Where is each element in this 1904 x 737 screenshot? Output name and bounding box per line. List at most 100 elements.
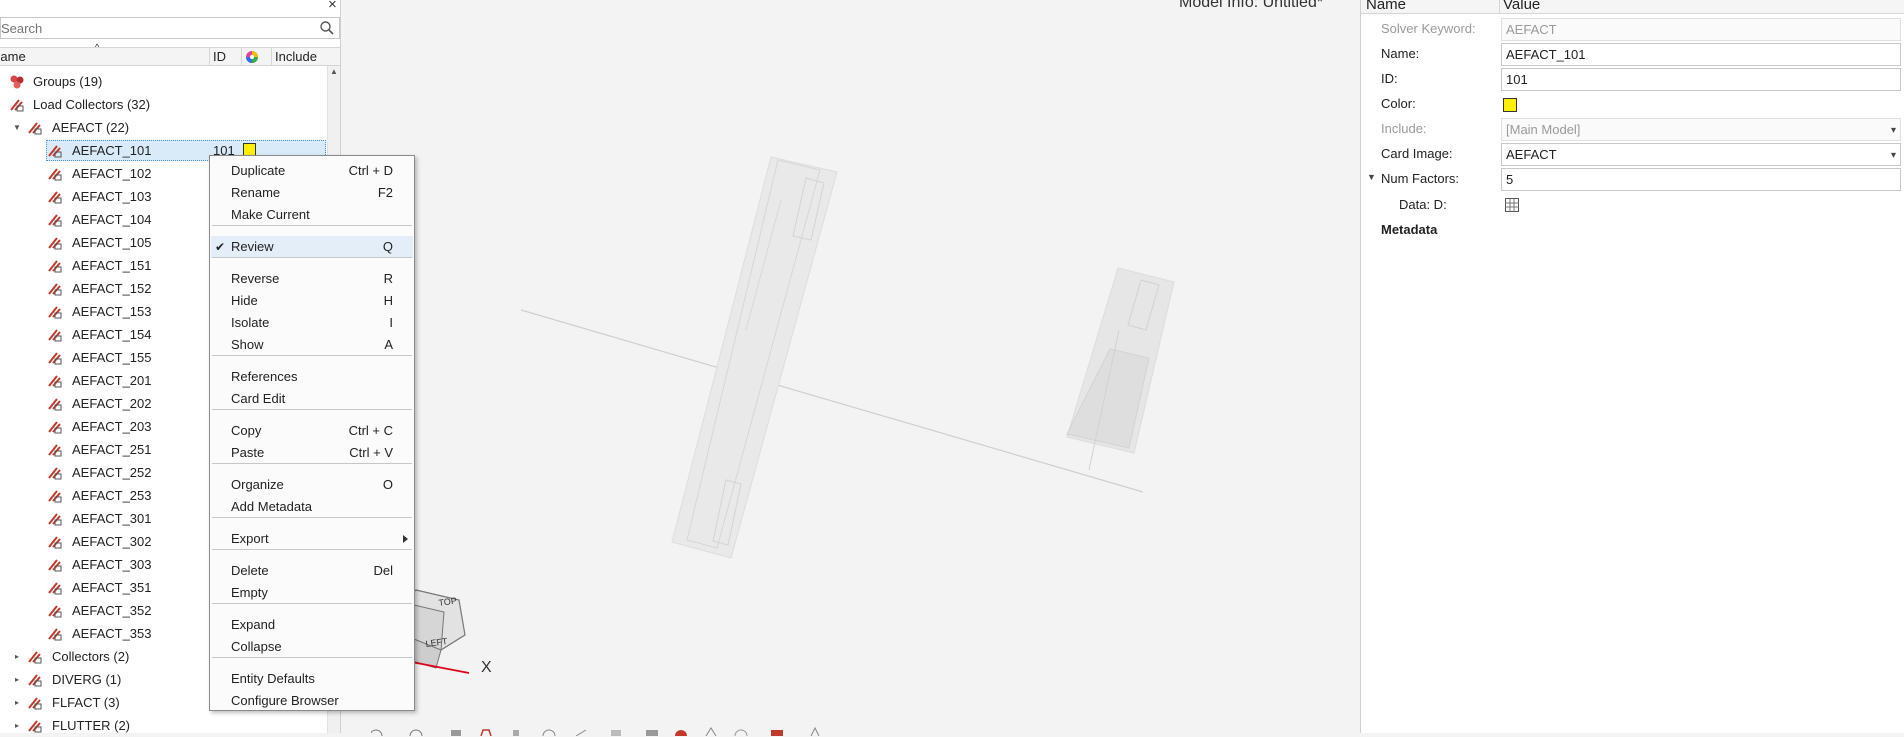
tree-item-groups[interactable]: Groups (19) [0, 70, 326, 93]
browser-column-header: Name ^ ID Include [0, 42, 340, 66]
tree-item-label: AEFACT_251 [72, 442, 152, 457]
tree-item-label: AEFACT_353 [72, 626, 152, 641]
bottom-toolbar[interactable] [371, 724, 931, 736]
tree-item[interactable]: ▼ AEFACT (22) [0, 116, 326, 139]
property-row-color: Color: [1361, 92, 1904, 117]
menu-item-rename[interactable]: Rename F2 [211, 182, 413, 204]
menu-item-make-current[interactable]: Make Current [211, 204, 413, 226]
load-collector-icon [48, 352, 62, 365]
menu-item-duplicate[interactable]: Duplicate Ctrl + D [211, 160, 413, 182]
menu-item-show[interactable]: Show A [211, 334, 413, 356]
property-field[interactable]: 5 [1501, 168, 1901, 191]
menu-separator [212, 355, 412, 356]
chevron-down-icon[interactable]: ▾ [1891, 120, 1896, 141]
close-icon[interactable]: × [328, 0, 337, 13]
color-wheel-icon [246, 51, 258, 63]
menu-item-organize[interactable]: Organize O [211, 474, 413, 496]
load-collector-icon [48, 421, 62, 434]
scroll-up-icon[interactable]: ▲ [328, 66, 340, 78]
load-collector-icon [48, 559, 62, 572]
menu-item-empty[interactable]: Empty [211, 582, 413, 604]
load-collector-icon [10, 99, 24, 112]
tree-item-label: AEFACT_105 [72, 235, 152, 250]
expand-arrow-icon[interactable]: ▸ [12, 645, 22, 668]
chevron-down-icon[interactable]: ▾ [1891, 145, 1896, 166]
menu-item-label: Add Metadata [231, 499, 312, 514]
load-collector-icon [48, 628, 62, 641]
menu-item-label: Paste [231, 445, 265, 460]
collapse-arrow-icon[interactable]: ▼ [1367, 172, 1376, 182]
color-swatch[interactable] [1503, 98, 1517, 112]
menu-item-shortcut: Del [373, 563, 393, 578]
load-collector-icon [48, 444, 62, 457]
property-value: [Main Model] [1506, 122, 1581, 137]
menu-item-shortcut: Q [382, 239, 393, 254]
property-label: Color: [1381, 96, 1416, 111]
menu-item-paste[interactable]: Paste Ctrl + V [211, 442, 413, 464]
menu-item-label: Copy [231, 423, 262, 438]
property-label: Name: [1381, 46, 1420, 61]
column-id[interactable]: ID [210, 48, 242, 66]
load-collector-icon [48, 237, 62, 250]
load-collector-icon [28, 697, 42, 710]
menu-item-label: Isolate [231, 315, 270, 330]
tree-item-label: AEFACT_151 [72, 258, 152, 273]
tree-item-label: FLUTTER (2) [52, 718, 130, 733]
graphics-viewport[interactable]: Model Info: Untitled* TOP LEFT X [341, 0, 1360, 736]
menu-item-export[interactable]: Export [211, 528, 413, 550]
property-row-id: ID: 101 [1361, 67, 1904, 92]
metadata-section[interactable]: Metadata [1381, 222, 1437, 237]
load-collector-icon [48, 145, 62, 158]
property-row-include: Include: [Main Model] ▾ [1361, 117, 1904, 142]
property-row-card-image: Card Image: AEFACT ▾ [1361, 142, 1904, 167]
property-dropdown[interactable]: AEFACT ▾ [1501, 143, 1901, 166]
menu-item-isolate[interactable]: Isolate I [211, 312, 413, 334]
menu-item-add-metadata[interactable]: Add Metadata [211, 496, 413, 518]
menu-item-hide[interactable]: Hide H [211, 290, 413, 312]
menu-item-configure-browser[interactable]: Configure Browser [211, 690, 413, 712]
menu-item-review[interactable]: ✔ Review Q [211, 236, 413, 258]
property-label: Card Image: [1381, 146, 1453, 161]
menu-item-references[interactable]: References [211, 366, 413, 388]
expand-arrow-icon[interactable]: ▸ [12, 668, 22, 691]
menu-item-expand[interactable]: Expand [211, 614, 413, 636]
entity-editor-panel: Name Value Solver Keyword: AEFACT Name: AEF… [1360, 0, 1904, 733]
column-color[interactable] [242, 48, 272, 66]
property-dropdown: [Main Model] ▾ [1501, 118, 1901, 141]
menu-item-copy[interactable]: Copy Ctrl + C [211, 420, 413, 442]
property-value: 101 [1506, 72, 1528, 87]
expand-arrow-icon[interactable]: ▸ [12, 691, 22, 714]
property-label: ID: [1381, 71, 1398, 86]
collapse-arrow-icon[interactable]: ▼ [12, 116, 22, 139]
header-name: Name [1366, 0, 1407, 13]
tree-item-label: AEFACT_301 [72, 511, 152, 526]
submenu-arrow-icon [403, 535, 408, 543]
menu-separator [212, 225, 412, 226]
search-input[interactable] [1, 18, 311, 38]
search-icon[interactable] [319, 20, 335, 36]
column-name[interactable]: Name [0, 48, 210, 66]
tree-item-load-collectors[interactable]: Load Collectors (32) [0, 93, 326, 116]
expand-arrow-icon[interactable]: ▸ [12, 714, 22, 737]
menu-item-delete[interactable]: Delete Del [211, 560, 413, 582]
property-label: Include: [1381, 121, 1427, 136]
tree-item-label: AEFACT_203 [72, 419, 152, 434]
menu-item-label: Review [231, 239, 274, 254]
column-include[interactable]: Include [272, 48, 340, 66]
menu-item-card-edit[interactable]: Card Edit [211, 388, 413, 410]
load-collector-icon [48, 375, 62, 388]
property-field[interactable]: 101 [1501, 68, 1901, 91]
tree-item-label: AEFACT_104 [72, 212, 152, 227]
property-label: Data: D: [1399, 197, 1447, 212]
menu-item-entity-defaults[interactable]: Entity Defaults [211, 668, 413, 690]
property-field[interactable]: AEFACT_101 [1501, 43, 1901, 66]
menu-item-reverse[interactable]: Reverse R [211, 268, 413, 290]
model-geometry[interactable] [341, 0, 1360, 733]
table-editor-icon[interactable] [1504, 197, 1520, 213]
header-value: Value [1503, 0, 1541, 13]
menu-item-collapse[interactable]: Collapse [211, 636, 413, 658]
groups-icon [10, 75, 24, 89]
menu-separator [212, 657, 412, 658]
tree-item-label: DIVERG (1) [52, 672, 122, 687]
tree-item[interactable]: ▸ FLUTTER (2) [0, 714, 326, 737]
